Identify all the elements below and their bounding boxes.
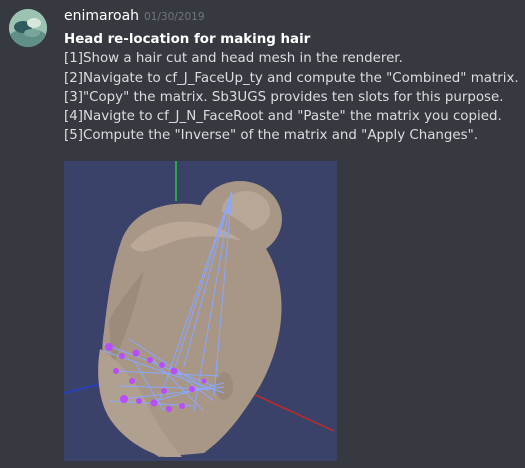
head-mesh-render xyxy=(64,161,337,461)
avatar-image xyxy=(9,9,47,47)
image-attachment[interactable] xyxy=(64,161,337,461)
message-line-4: [4]Navigte to cf_J_N_FaceRoot and "Paste… xyxy=(64,109,502,125)
message-content: Head re-location for making hair [1]Show… xyxy=(64,30,522,146)
message-title: Head re-location for making hair xyxy=(64,32,311,47)
message-line-2: [2]Navigate to cf_J_FaceUp_ty and comput… xyxy=(64,70,519,86)
message-line-1: [1]Show a hair cut and head mesh in the … xyxy=(64,51,403,67)
message-line-3: [3]"Copy" the matrix. Sb3UGS provides te… xyxy=(64,89,504,105)
author-name[interactable]: enimaroah xyxy=(64,8,139,24)
message-timestamp: 01/30/2019 xyxy=(144,11,205,23)
avatar[interactable] xyxy=(9,9,47,47)
message-line-5: [5]Compute the "Inverse" of the matrix a… xyxy=(64,128,479,144)
